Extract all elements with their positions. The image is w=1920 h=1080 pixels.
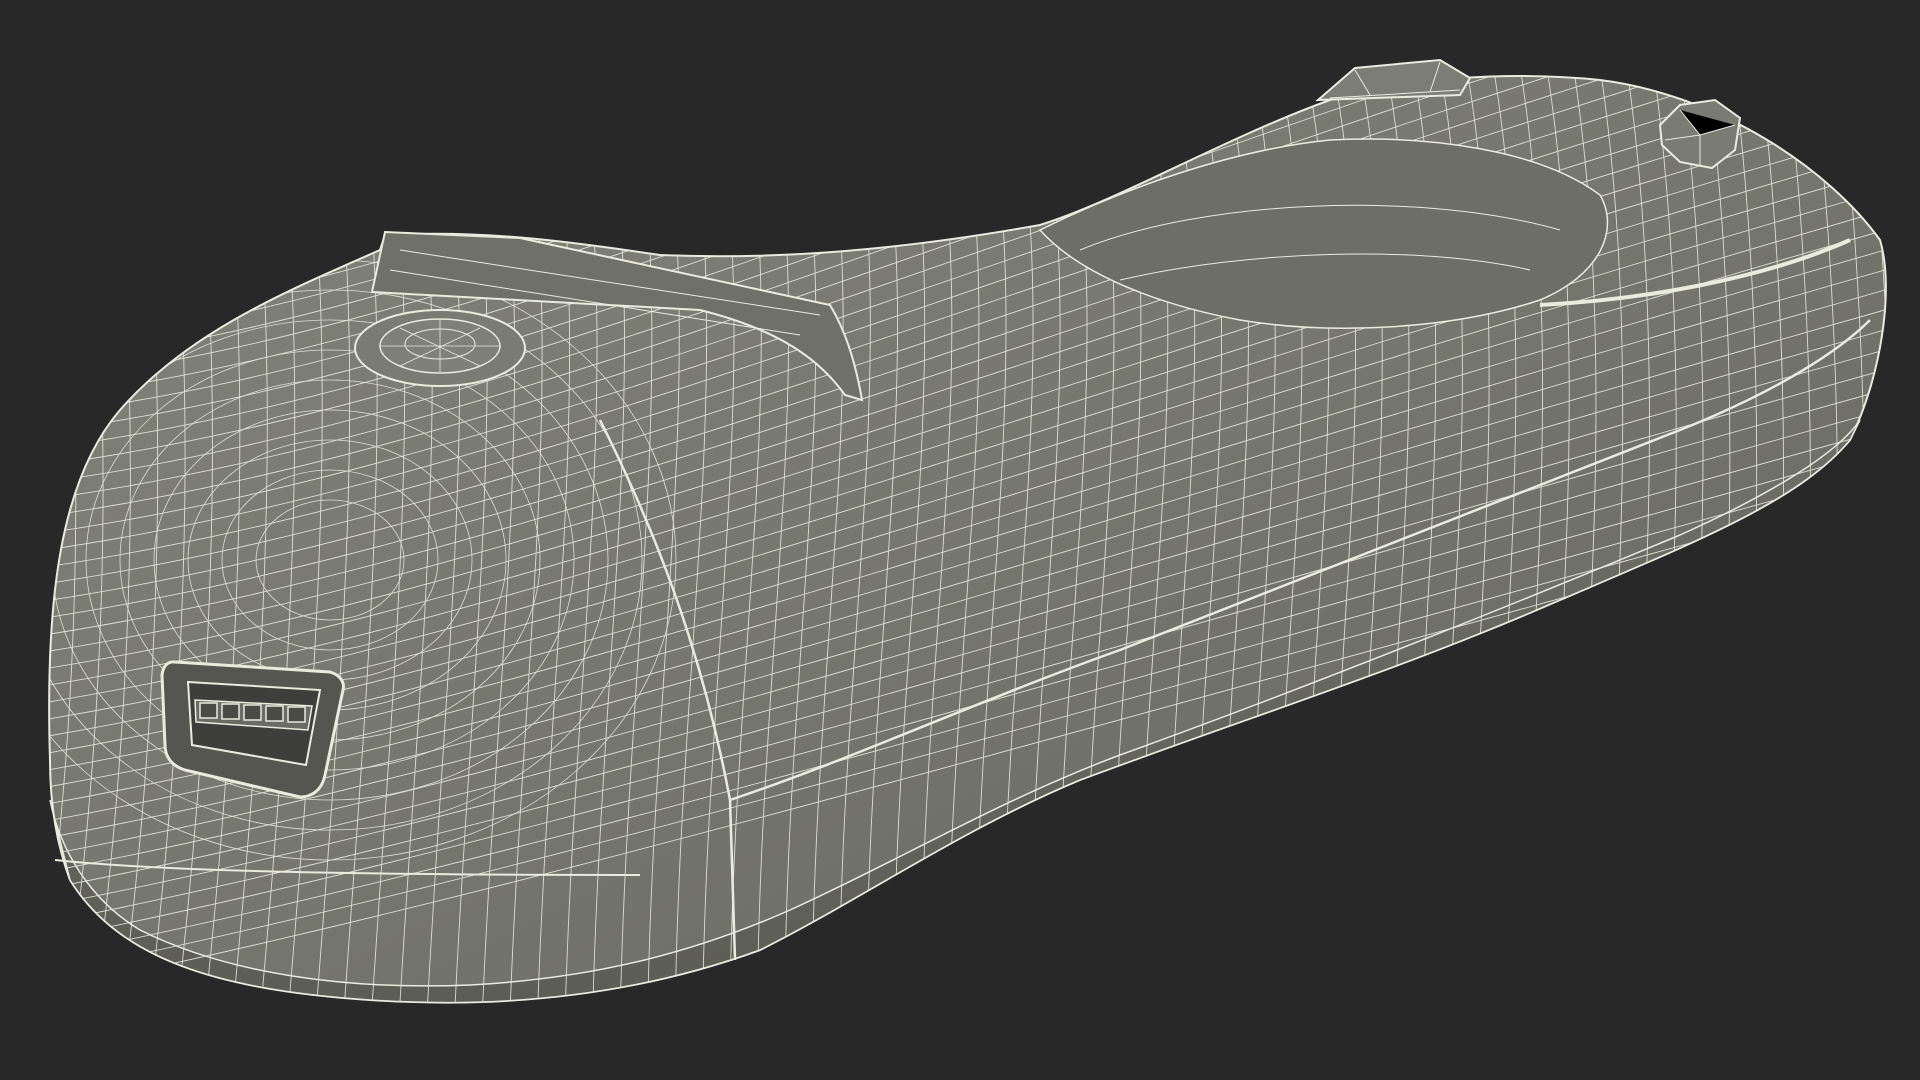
viewport-canvas bbox=[48, 58, 1887, 1004]
round-button bbox=[354, 309, 526, 387]
body-shell bbox=[48, 75, 1887, 1004]
rear-knob bbox=[1315, 58, 1472, 102]
